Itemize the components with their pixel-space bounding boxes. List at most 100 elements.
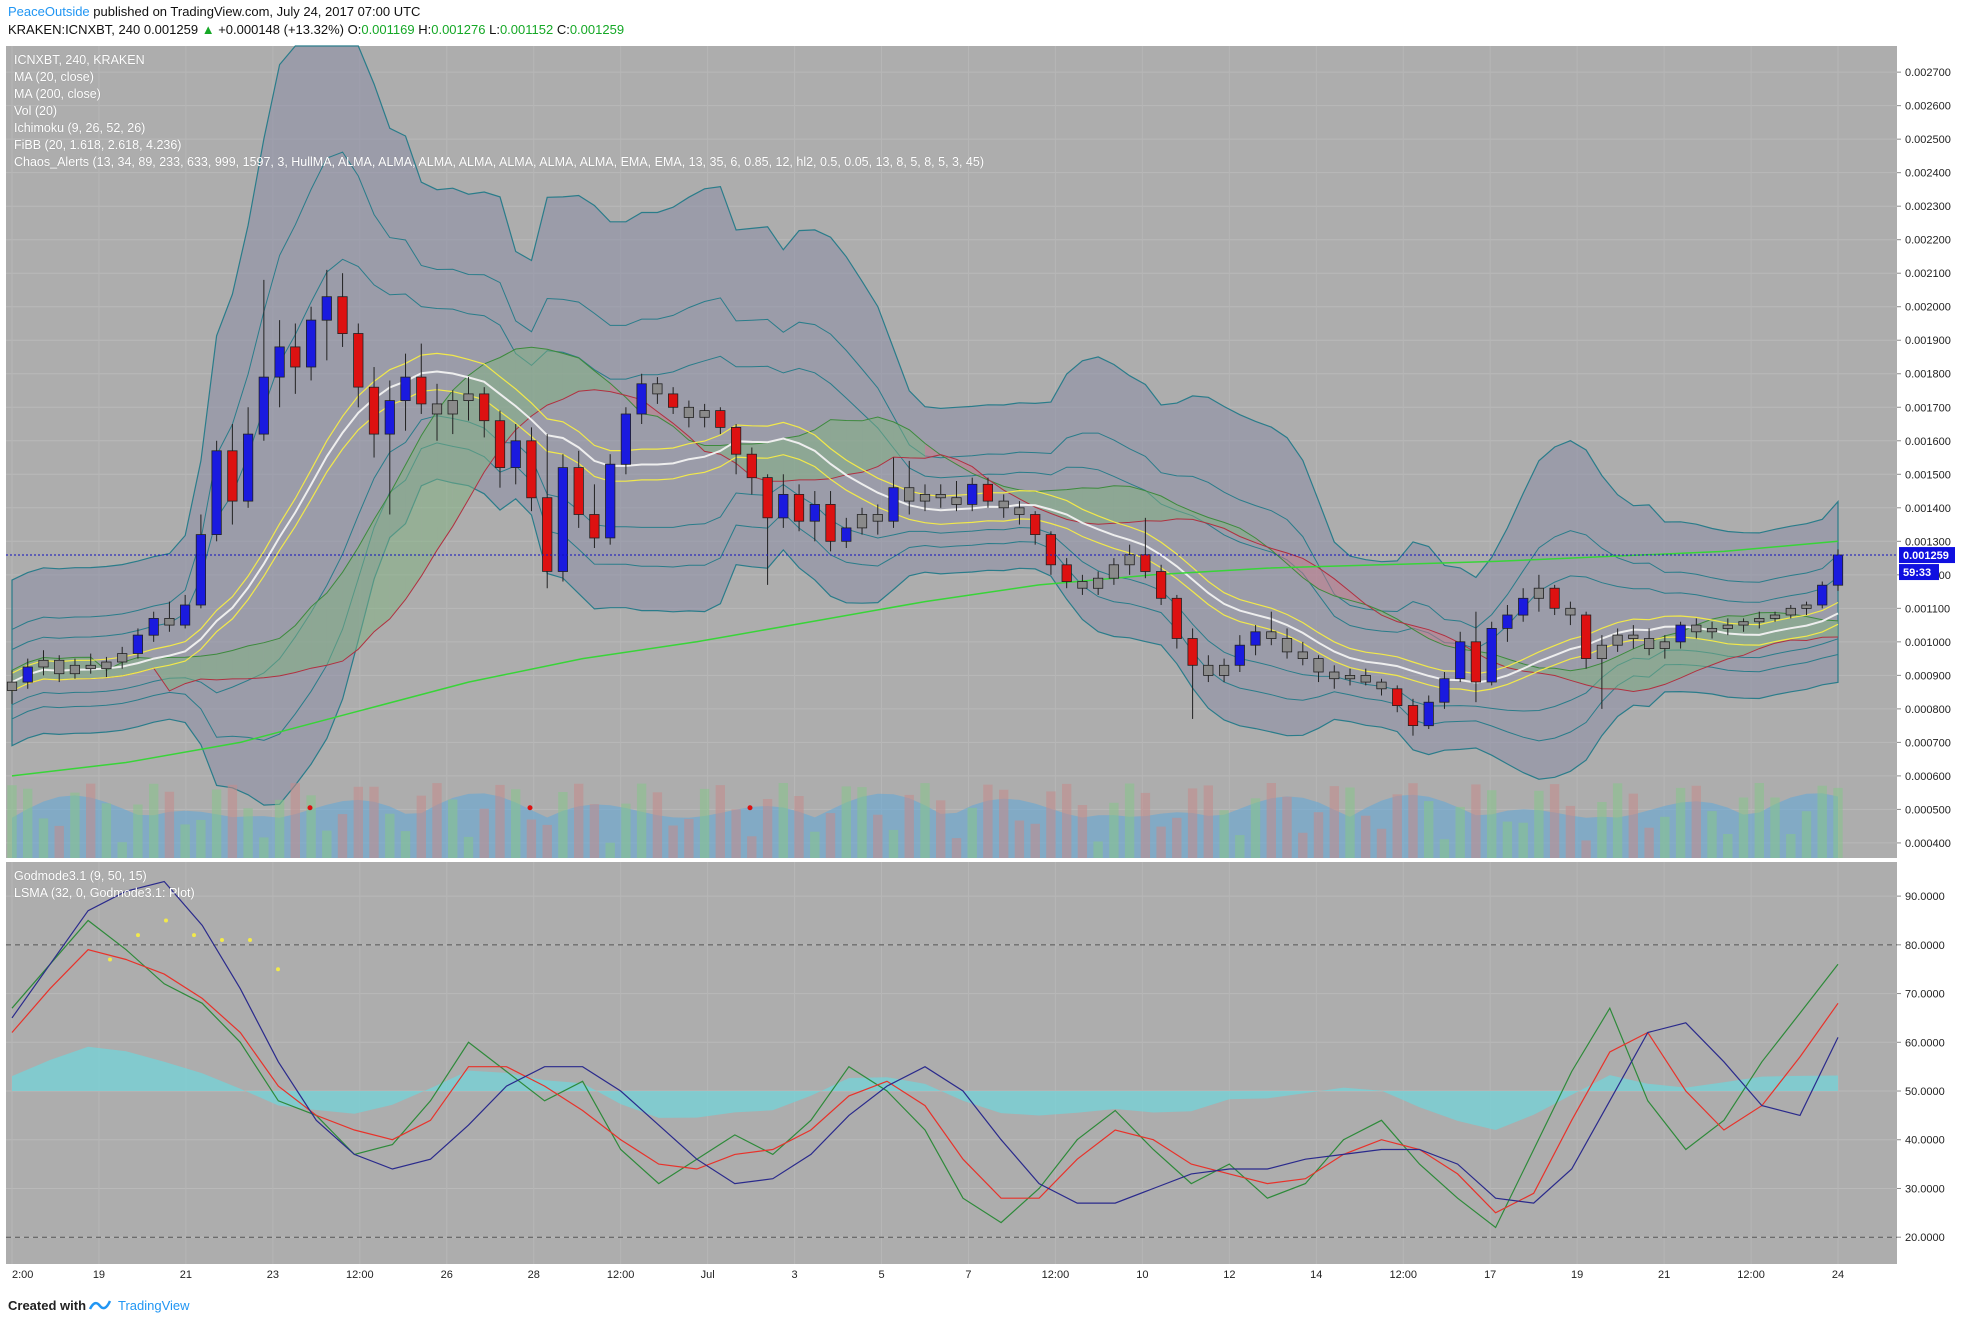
candle-up[interactable]: [148, 618, 159, 636]
candle-up[interactable]: [1817, 584, 1828, 606]
candle-down[interactable]: [416, 376, 427, 405]
candle-down[interactable]: [1581, 614, 1592, 659]
candle-down[interactable]: [715, 410, 726, 428]
candle-up[interactable]: [101, 661, 112, 670]
candle-down[interactable]: [904, 487, 915, 502]
candle-down[interactable]: [290, 346, 301, 368]
candle-up[interactable]: [1738, 621, 1749, 626]
candle-down[interactable]: [1565, 607, 1576, 616]
candle-up[interactable]: [1533, 587, 1544, 599]
candle-up[interactable]: [1423, 701, 1434, 727]
candle-down[interactable]: [1030, 514, 1041, 536]
candle-down[interactable]: [872, 514, 883, 522]
candle-down[interactable]: [589, 514, 600, 539]
candle-up[interactable]: [321, 296, 332, 321]
candle-up[interactable]: [274, 346, 285, 378]
candle-down[interactable]: [164, 618, 175, 626]
candle-up[interactable]: [1675, 624, 1686, 643]
candle-up[interactable]: [1455, 641, 1466, 680]
candle-up[interactable]: [195, 534, 206, 606]
candle-up[interactable]: [242, 433, 254, 502]
candle-up[interactable]: [1722, 624, 1733, 629]
legend-symbol[interactable]: ICNXBT, 240, KRAKEN: [14, 52, 984, 69]
candle-down[interactable]: [652, 383, 663, 395]
candle-down[interactable]: [1644, 638, 1655, 650]
candle-up[interactable]: [620, 413, 632, 465]
candle-down[interactable]: [1360, 675, 1371, 683]
candle-up[interactable]: [1219, 664, 1230, 676]
candle-down[interactable]: [982, 483, 994, 502]
candle-up[interactable]: [463, 393, 474, 401]
candle-up[interactable]: [919, 493, 931, 502]
candle-up[interactable]: [778, 493, 789, 519]
candle-down[interactable]: [1077, 581, 1088, 589]
candle-down[interactable]: [1171, 597, 1182, 639]
candle-up[interactable]: [22, 666, 33, 683]
candle-up[interactable]: [211, 450, 222, 535]
candle-down[interactable]: [731, 426, 742, 455]
candle-down[interactable]: [353, 333, 364, 388]
candle-up[interactable]: [132, 634, 143, 654]
candle-up[interactable]: [1769, 614, 1781, 619]
candle-down[interactable]: [85, 664, 96, 670]
candle-up[interactable]: [1234, 644, 1245, 666]
candle-down[interactable]: [479, 393, 490, 422]
candle-up[interactable]: [447, 400, 458, 415]
candle-down[interactable]: [951, 497, 962, 505]
candle-down[interactable]: [1297, 651, 1308, 660]
tradingview-link[interactable]: TradingView: [118, 1298, 190, 1313]
candle-up[interactable]: [6, 681, 18, 691]
candle-down[interactable]: [573, 467, 584, 515]
candle-up[interactable]: [69, 664, 80, 675]
candle-down[interactable]: [1313, 658, 1324, 673]
legend-ichimoku[interactable]: Ichimoku (9, 26, 52, 26): [14, 120, 984, 137]
candle-up[interactable]: [699, 410, 710, 418]
candle-down[interactable]: [683, 406, 695, 418]
legend-godmode[interactable]: Godmode3.1 (9, 50, 15): [14, 868, 195, 885]
candle-up[interactable]: [384, 400, 395, 435]
candle-down[interactable]: [1628, 634, 1639, 639]
candle-down[interactable]: [494, 420, 506, 469]
candle-down[interactable]: [1329, 671, 1340, 680]
candle-down[interactable]: [762, 477, 773, 519]
candle-up[interactable]: [1785, 607, 1796, 616]
candle-up[interactable]: [1486, 628, 1497, 683]
candle-up[interactable]: [1612, 634, 1623, 646]
candle-up[interactable]: [636, 383, 647, 415]
legend-chaos-alerts[interactable]: Chaos_Alerts (13, 34, 89, 233, 633, 999,…: [14, 154, 984, 171]
candle-up[interactable]: [841, 527, 852, 542]
candle-down[interactable]: [368, 386, 380, 435]
candle-up[interactable]: [400, 376, 411, 402]
candle-down[interactable]: [746, 453, 757, 479]
candle-up[interactable]: [510, 440, 521, 468]
candle-down[interactable]: [542, 497, 553, 572]
candle-down[interactable]: [668, 393, 679, 408]
candle-down[interactable]: [1203, 664, 1214, 676]
candle-down[interactable]: [1156, 571, 1167, 599]
candle-up[interactable]: [1093, 577, 1104, 589]
candle-up[interactable]: [1502, 614, 1513, 629]
candle-down[interactable]: [1376, 681, 1387, 690]
candle-down[interactable]: [1061, 564, 1072, 582]
candle-up[interactable]: [1754, 618, 1765, 623]
candle-down[interactable]: [227, 450, 238, 502]
candle-down[interactable]: [793, 493, 805, 522]
candle-up[interactable]: [1439, 678, 1450, 703]
legend-lsma[interactable]: LSMA (32, 0, Godmode3.1: Plot): [14, 885, 195, 902]
chart-svg[interactable]: 0.000400 0.000500 0.000600 0.000700 0.000800…: [0, 44, 1961, 1284]
candle-up[interactable]: [117, 653, 128, 663]
candle-down[interactable]: [337, 296, 348, 334]
legend-volume[interactable]: Vol (20): [14, 103, 984, 120]
candle-down[interactable]: [526, 440, 537, 499]
candle-down[interactable]: [1187, 638, 1198, 666]
candle-down[interactable]: [431, 403, 443, 415]
candle-down[interactable]: [1045, 534, 1056, 566]
candle-up[interactable]: [1108, 564, 1119, 579]
candle-down[interactable]: [1549, 587, 1560, 609]
author-link[interactable]: PeaceOutside: [8, 4, 90, 19]
legend-ma20[interactable]: MA (20, close): [14, 69, 984, 86]
candle-up[interactable]: [1801, 604, 1812, 609]
legend-ma200[interactable]: MA (200, close): [14, 86, 984, 103]
candle-up[interactable]: [1250, 631, 1261, 646]
candle-down[interactable]: [1281, 638, 1293, 653]
